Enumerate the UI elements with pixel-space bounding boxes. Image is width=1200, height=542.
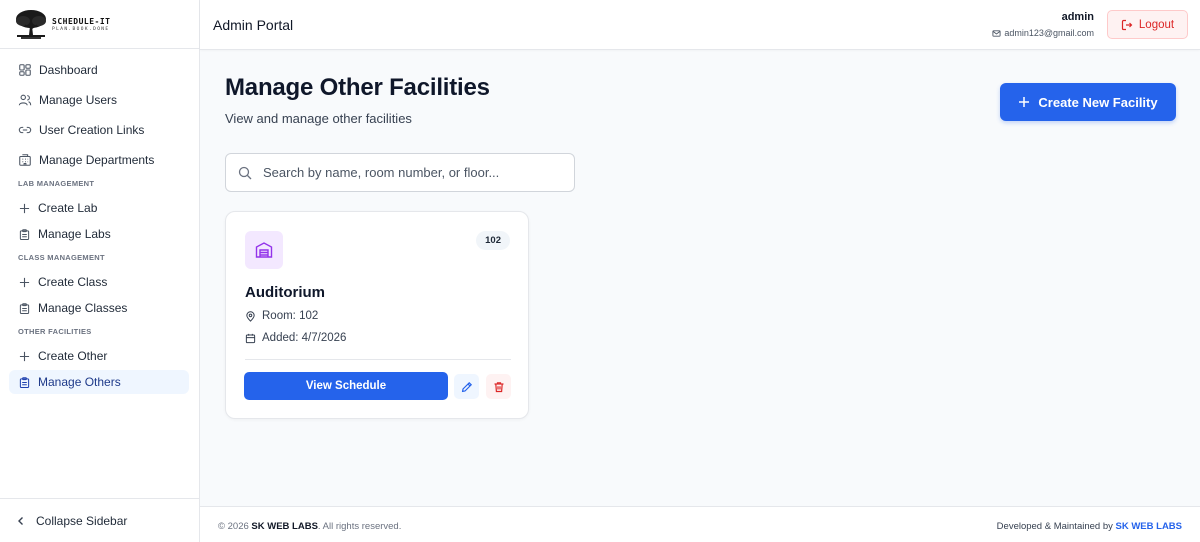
trash-icon [494,381,503,392]
sidebar-item-create-other[interactable]: Create Other [9,344,189,368]
section-lab-management: LAB MANAGEMENT [18,179,95,188]
link-icon [18,126,32,134]
top-header: Admin Portal admin admin123@gmail.com Lo… [200,0,1200,50]
sidebar-item-manage-users[interactable]: Manage Users [9,88,189,112]
view-schedule-button[interactable]: View Schedule [244,372,448,400]
plus-icon [19,277,30,287]
brand-tagline: PLAN.BOOK.DONE [52,26,110,32]
sidebar-item-user-creation-links[interactable]: User Creation Links [9,118,189,142]
sidebar-item-manage-labs[interactable]: Manage Labs [9,222,189,246]
edit-facility-button[interactable] [454,374,479,399]
facility-room-text: Room: 102 [262,310,319,322]
search-input[interactable] [263,165,553,180]
facility-added-text: Added: 4/7/2026 [262,332,347,344]
sidebar-item-label: Manage Departments [39,153,155,167]
sidebar-item-label: Create Other [38,349,108,363]
copyright-suffix: . All rights reserved. [317,521,402,532]
sidebar-item-label: Manage Users [39,93,118,107]
logout-label: Logout [1138,18,1175,31]
clipboard-icon [19,228,30,240]
section-class-management: CLASS MANAGEMENT [18,253,105,262]
plus-icon [19,203,30,213]
copyright-prefix: © 2026 [218,521,252,532]
clipboard-icon [19,302,30,314]
sidebar-item-label: Dashboard [39,63,98,77]
facility-card: 102 Auditorium Room: 102 Added: 4/7/2026… [225,211,529,419]
create-button-label: Create New Facility [1038,94,1158,110]
plus-icon [1019,97,1030,107]
sidebar-item-label: User Creation Links [39,123,145,137]
sidebar-item-label: Manage Labs [38,227,111,241]
copyright: © 2026 SK WEB LABS. All rights reserved. [218,521,401,532]
collapse-sidebar-button[interactable]: Collapse Sidebar [0,498,199,542]
sidebar-item-manage-departments[interactable]: Manage Departments [9,148,189,172]
facility-name: Auditorium [245,284,325,301]
plus-icon [19,351,30,361]
page-subtitle: View and manage other facilities [225,111,412,126]
sidebar-item-label: Manage Classes [38,301,128,315]
credit-prefix: Developed & Maintained by [996,521,1116,532]
building-icon [19,154,31,166]
logout-icon [1121,19,1133,30]
user-email-text: admin123@gmail.com [1004,28,1094,38]
search-icon [238,166,252,179]
brand-name: SCHEDULE-IT [52,16,111,26]
delete-facility-button[interactable] [486,374,511,399]
card-divider [245,359,511,360]
sidebar-item-create-class[interactable]: Create Class [9,270,189,294]
create-new-facility-button[interactable]: Create New Facility [1000,83,1176,121]
user-name: admin [1061,11,1094,23]
footer: © 2026 SK WEB LABS. All rights reserved.… [200,506,1200,542]
facility-added-date: Added: 4/7/2026 [245,332,346,344]
users-icon [18,94,32,106]
page-title: Manage Other Facilities [225,74,490,101]
developer-credit: Developed & Maintained by SK WEB LABS [997,521,1182,532]
sidebar-item-create-lab[interactable]: Create Lab [9,196,189,220]
logout-button[interactable]: Logout [1107,10,1188,39]
chevron-left-icon [18,516,23,525]
room-number-badge: 102 [476,231,510,250]
tree-logo-icon [16,10,46,39]
sidebar-item-label: Create Lab [38,201,98,215]
warehouse-icon [255,242,273,258]
collapse-label: Collapse Sidebar [36,513,128,528]
sidebar-item-manage-others[interactable]: Manage Others [9,370,189,394]
search-bar [225,153,575,192]
facility-room: Room: 102 [245,310,318,322]
user-email: admin123@gmail.com [992,28,1094,38]
sidebar-item-label: Manage Others [38,375,121,389]
facility-icon-tile [245,231,283,269]
calendar-icon [245,333,256,343]
mail-icon [992,29,1001,37]
map-pin-icon [246,310,255,322]
developer-link[interactable]: SK WEB LABS [1116,521,1183,532]
portal-title: Admin Portal [213,17,294,33]
sidebar-item-manage-classes[interactable]: Manage Classes [9,296,189,320]
clipboard-icon [19,376,30,388]
brand-logo[interactable]: SCHEDULE-IT PLAN.BOOK.DONE [0,0,199,49]
footer-company: SK WEB LABS [251,521,318,532]
sidebar-item-dashboard[interactable]: Dashboard [9,58,189,82]
sidebar-item-label: Create Class [38,275,108,289]
dashboard-icon [19,64,31,76]
section-other-facilities: OTHER FACILITIES [18,327,92,336]
sidebar: SCHEDULE-IT PLAN.BOOK.DONE Dashboard Man… [0,0,200,542]
pencil-icon [461,381,472,392]
